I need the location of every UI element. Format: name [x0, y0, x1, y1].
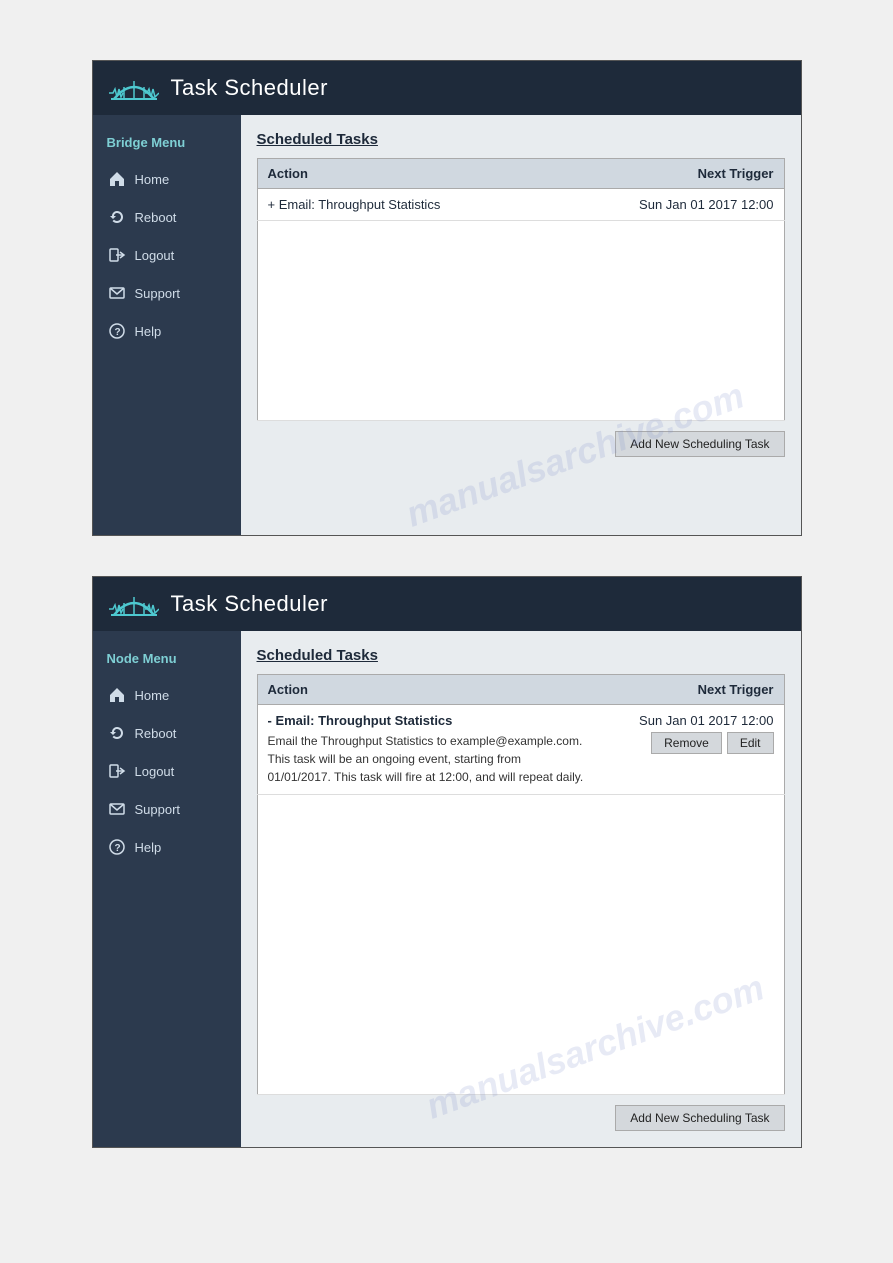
table-row: + Email: Throughput Statistics Sun Jan 0…: [257, 189, 784, 221]
sidebar-2-item-reboot[interactable]: Reboot: [93, 714, 241, 752]
panel-1-main: Scheduled Tasks Action Next Trigger + Em…: [241, 115, 801, 535]
task-action-detail-2: - Email: Throughput Statistics Email the…: [257, 705, 619, 795]
sidebar-2-item-support-label: Support: [135, 802, 181, 817]
panel-1-title: Task Scheduler: [171, 75, 328, 101]
panel-2-sidebar: Node Menu Home Reboot: [93, 631, 241, 1147]
tasks-table-1: Action Next Trigger + Email: Throughput …: [257, 158, 785, 421]
home-icon-2: [107, 685, 127, 705]
sidebar-2-item-logout-label: Logout: [135, 764, 175, 779]
table-row-empty-2: [257, 795, 784, 1095]
svg-text:?: ?: [114, 843, 120, 854]
task-trigger-detail-2: Sun Jan 01 2017 12:00 Remove Edit: [619, 705, 784, 795]
logo-icon: [109, 71, 159, 105]
task-trigger-value-2: Sun Jan 01 2017 12:00: [629, 713, 773, 728]
help-icon-2: ?: [107, 837, 127, 857]
col-action-1: Action: [257, 159, 550, 189]
logout-icon-2: [107, 761, 127, 781]
panel-2-menu-title: Node Menu: [93, 645, 241, 676]
remove-button[interactable]: Remove: [651, 732, 722, 754]
sidebar-item-logout[interactable]: Logout: [93, 236, 241, 274]
task-actions-2: Remove Edit: [629, 732, 773, 754]
col-action-2: Action: [257, 675, 619, 705]
panel-1-menu-title: Bridge Menu: [93, 129, 241, 160]
panel-1-header: Task Scheduler: [93, 61, 801, 115]
tasks-table-2: Action Next Trigger - Email: Throughput …: [257, 674, 785, 1095]
sidebar-item-support[interactable]: Support: [93, 274, 241, 312]
support-icon: [107, 283, 127, 303]
sidebar-2-item-reboot-label: Reboot: [135, 726, 177, 741]
sidebar-item-reboot[interactable]: Reboot: [93, 198, 241, 236]
panel-1: Task Scheduler Bridge Menu Home: [92, 60, 802, 536]
panel-2: Task Scheduler Node Menu Home: [92, 576, 802, 1148]
scheduled-tasks-heading-1: Scheduled Tasks: [257, 131, 785, 148]
panel-2-header: Task Scheduler: [93, 577, 801, 631]
add-task-row-2: Add New Scheduling Task: [257, 1105, 785, 1131]
reboot-icon-2: [107, 723, 127, 743]
sidebar-2-item-logout[interactable]: Logout: [93, 752, 241, 790]
panel-1-body: Bridge Menu Home Reboot: [93, 115, 801, 535]
sidebar-item-reboot-label: Reboot: [135, 210, 177, 225]
empty-area-1: [257, 221, 784, 421]
table-row-expanded: - Email: Throughput Statistics Email the…: [257, 705, 784, 795]
sidebar-2-item-support[interactable]: Support: [93, 790, 241, 828]
add-task-button-2[interactable]: Add New Scheduling Task: [615, 1105, 784, 1131]
logo-icon-2: [109, 587, 159, 621]
svg-text:?: ?: [114, 327, 120, 338]
sidebar-2-item-help-label: Help: [135, 840, 162, 855]
sidebar-item-logout-label: Logout: [135, 248, 175, 263]
support-icon-2: [107, 799, 127, 819]
scheduled-tasks-heading-2: Scheduled Tasks: [257, 647, 785, 664]
logout-icon: [107, 245, 127, 265]
task-trigger-1: Sun Jan 01 2017 12:00: [550, 189, 784, 221]
empty-area-2: [257, 795, 784, 1095]
help-icon: ?: [107, 321, 127, 341]
panel-2-main: Scheduled Tasks Action Next Trigger - Em…: [241, 631, 801, 1147]
sidebar-2-item-home[interactable]: Home: [93, 676, 241, 714]
sidebar-item-home[interactable]: Home: [93, 160, 241, 198]
sidebar-item-help-label: Help: [135, 324, 162, 339]
sidebar-2-item-help[interactable]: ? Help: [93, 828, 241, 866]
col-trigger-2: Next Trigger: [619, 675, 784, 705]
home-icon: [107, 169, 127, 189]
panel-2-title: Task Scheduler: [171, 591, 328, 617]
panel-1-sidebar: Bridge Menu Home Reboot: [93, 115, 241, 535]
col-trigger-1: Next Trigger: [550, 159, 784, 189]
sidebar-2-item-home-label: Home: [135, 688, 170, 703]
table-row-empty: [257, 221, 784, 421]
edit-button[interactable]: Edit: [727, 732, 774, 754]
panel-2-body: Node Menu Home Reboot: [93, 631, 801, 1147]
sidebar-item-support-label: Support: [135, 286, 181, 301]
task-action-title-2: - Email: Throughput Statistics: [268, 713, 610, 728]
add-task-button-1[interactable]: Add New Scheduling Task: [615, 431, 784, 457]
reboot-icon: [107, 207, 127, 227]
sidebar-item-help[interactable]: ? Help: [93, 312, 241, 350]
add-task-row-1: Add New Scheduling Task: [257, 431, 785, 457]
task-description-2: Email the Throughput Statistics to examp…: [268, 732, 588, 786]
task-action-1: + Email: Throughput Statistics: [257, 189, 550, 221]
sidebar-item-home-label: Home: [135, 172, 170, 187]
